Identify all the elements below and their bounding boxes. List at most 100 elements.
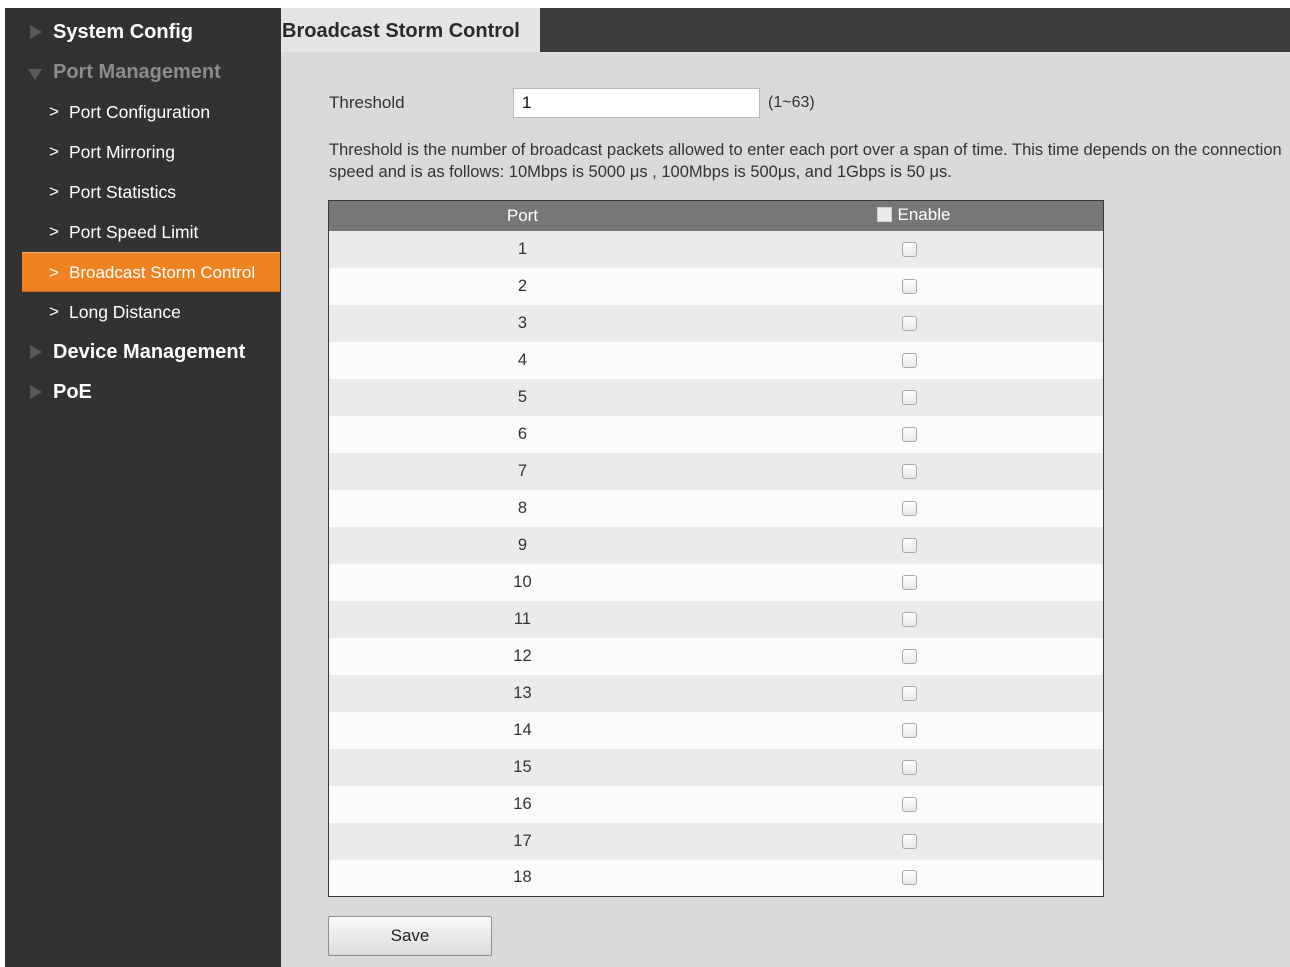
- nav-item-long-distance[interactable]: > Long Distance: [5, 292, 281, 332]
- nav-item-port-statistics[interactable]: > Port Statistics: [5, 172, 281, 212]
- chevron-right-icon: >: [49, 102, 59, 121]
- port-enable-checkbox[interactable]: [901, 278, 917, 294]
- nav-item-broadcast-storm-control[interactable]: > Broadcast Storm Control: [22, 252, 280, 292]
- nav-item-port-mirroring[interactable]: > Port Mirroring: [5, 132, 281, 172]
- nav-item-label: Port Statistics: [69, 182, 176, 202]
- nav-group-label: PoE: [53, 381, 92, 403]
- table-row: 12: [328, 637, 1104, 675]
- port-number: 18: [513, 868, 532, 887]
- nav-group-system-config[interactable]: System Config: [5, 12, 281, 52]
- save-button[interactable]: Save: [328, 916, 492, 956]
- nav-group-label: Device Management: [53, 341, 246, 363]
- nav-item-label: Long Distance: [69, 302, 181, 322]
- port-enable-checkbox[interactable]: [901, 796, 917, 812]
- enable-cell: [716, 860, 1104, 897]
- port-number: 4: [517, 350, 528, 369]
- main-content: Broadcast Storm Control Threshold (1~63)…: [281, 8, 1290, 967]
- port-number: 5: [517, 387, 528, 406]
- port-number: 11: [513, 609, 532, 628]
- table-row: 6: [328, 415, 1104, 453]
- table-row: 14: [328, 711, 1104, 749]
- chevron-right-icon: >: [49, 142, 59, 161]
- nav-item-label: Port Speed Limit: [69, 222, 199, 242]
- port-number: 1: [517, 239, 528, 258]
- port-enable-checkbox[interactable]: [901, 574, 917, 590]
- collapse-arrow-icon: [28, 69, 42, 80]
- table-row: 4: [328, 341, 1104, 379]
- chevron-right-icon: >: [49, 263, 59, 282]
- enable-cell: [716, 823, 1104, 860]
- expand-arrow-icon: [30, 385, 42, 399]
- table-row: 10: [328, 563, 1104, 601]
- nav-group-label: Port Management: [53, 61, 221, 83]
- select-all-checkbox[interactable]: [876, 207, 892, 222]
- port-enable-checkbox[interactable]: [901, 870, 917, 886]
- enable-cell: [716, 786, 1104, 823]
- nav-group-label: System Config: [53, 21, 194, 43]
- nav-group-poe[interactable]: PoE: [5, 372, 281, 412]
- enable-cell: [716, 342, 1104, 379]
- port-enable-checkbox[interactable]: [901, 759, 917, 775]
- port-enable-checkbox[interactable]: [901, 241, 917, 257]
- port-enable-checkbox[interactable]: [901, 426, 917, 442]
- port-enable-checkbox[interactable]: [901, 315, 917, 331]
- threshold-row: Threshold (1~63): [329, 88, 815, 118]
- port-enable-checkbox[interactable]: [901, 352, 917, 368]
- port-enable-checkbox[interactable]: [901, 611, 917, 627]
- table-row: 8: [328, 489, 1104, 527]
- nav-group-device-management[interactable]: Device Management: [5, 332, 281, 372]
- threshold-description: Threshold is the number of broadcast pac…: [329, 141, 1282, 181]
- port-number: 16: [513, 794, 532, 813]
- port-enable-checkbox[interactable]: [901, 500, 917, 516]
- port-enable-checkbox[interactable]: [901, 833, 917, 849]
- enable-cell: [716, 527, 1104, 564]
- table-row: 5: [328, 378, 1104, 416]
- port-table: Port Enable 1 2 3 4 5 6 7 8 9 10 11 12 13 14 15 16 17 18: [328, 200, 1104, 897]
- port-enable-checkbox[interactable]: [901, 648, 917, 664]
- port-enable-checkbox[interactable]: [901, 537, 917, 553]
- threshold-range: (1~63): [768, 94, 815, 111]
- port-enable-checkbox[interactable]: [901, 463, 917, 479]
- port-number: 6: [517, 424, 528, 443]
- enable-cell: [716, 712, 1104, 749]
- chevron-right-icon: >: [49, 182, 59, 201]
- expand-arrow-icon: [30, 345, 42, 359]
- page-title: Broadcast Storm Control: [281, 8, 540, 52]
- nav-item-port-speed-limit[interactable]: > Port Speed Limit: [5, 212, 281, 252]
- enable-cell: [716, 564, 1104, 601]
- enable-cell: [716, 379, 1104, 416]
- table-row: 3: [328, 304, 1104, 342]
- port-column-header: Port: [506, 205, 539, 225]
- threshold-label: Threshold: [329, 93, 405, 112]
- port-number: 13: [513, 683, 532, 702]
- table-row: 18: [328, 859, 1104, 897]
- table-row: 2: [328, 267, 1104, 305]
- port-enable-checkbox[interactable]: [901, 685, 917, 701]
- port-number: 8: [517, 498, 528, 517]
- enable-cell: [716, 638, 1104, 675]
- chevron-right-icon: >: [49, 222, 59, 241]
- enable-header: Enable: [869, 204, 951, 225]
- port-enable-checkbox[interactable]: [901, 722, 917, 738]
- enable-header-label: Enable: [897, 204, 951, 224]
- threshold-input[interactable]: [513, 88, 760, 118]
- nav-group-port-management[interactable]: Port Management: [5, 52, 281, 92]
- nav-item-port-configuration[interactable]: > Port Configuration: [5, 92, 281, 132]
- table-row: 9: [328, 526, 1104, 564]
- port-number: 3: [517, 313, 528, 332]
- table-row: 17: [328, 822, 1104, 860]
- port-enable-checkbox[interactable]: [901, 389, 917, 405]
- top-bar: Broadcast Storm Control: [281, 8, 1290, 52]
- enable-cell: [716, 490, 1104, 527]
- port-number: 9: [517, 535, 528, 554]
- port-number: 17: [513, 831, 532, 850]
- enable-cell: [716, 416, 1104, 453]
- port-number: 7: [517, 461, 528, 480]
- expand-arrow-icon: [30, 25, 42, 39]
- port-table-body: 1 2 3 4 5 6 7 8 9 10 11 12 13 14 15 16 17 18: [328, 230, 1104, 897]
- enable-cell: [716, 749, 1104, 786]
- table-row: 7: [328, 452, 1104, 490]
- port-number: 12: [513, 646, 532, 665]
- enable-cell: [716, 675, 1104, 712]
- port-number: 14: [513, 720, 532, 739]
